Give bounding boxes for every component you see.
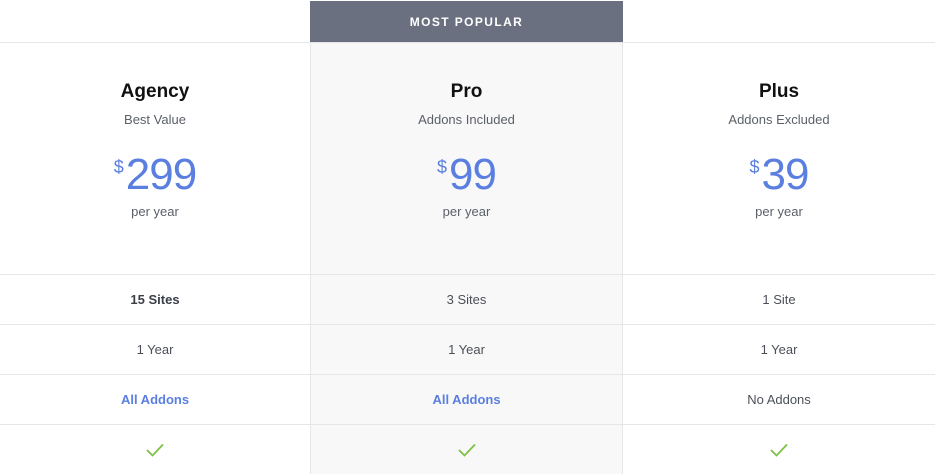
addons-link[interactable]: All Addons bbox=[311, 374, 622, 424]
currency-symbol: $ bbox=[749, 157, 760, 177]
plan-name: Plus bbox=[758, 81, 800, 102]
addons-cell: No Addons bbox=[623, 374, 935, 424]
addons-link[interactable]: All Addons bbox=[0, 374, 310, 424]
currency-symbol: $ bbox=[113, 157, 124, 177]
plan-name: Agency bbox=[120, 81, 190, 102]
plan-column-agency: Agency Best Value $ 299 per year 15 Site… bbox=[0, 43, 310, 474]
plan-price: $ 39 bbox=[623, 149, 935, 201]
sites-cell: 15 Sites bbox=[0, 274, 310, 324]
checkmark-icon bbox=[457, 443, 476, 457]
checkmark-icon bbox=[146, 443, 164, 457]
plan-name: Pro bbox=[450, 81, 483, 102]
plan-price: $ 299 bbox=[0, 149, 310, 201]
plan-column-pro: Pro Addons Included $ 99 per year 3 Site… bbox=[310, 43, 623, 474]
plan-header: Agency Best Value $ 299 per year bbox=[0, 43, 310, 274]
included-cell bbox=[623, 424, 935, 474]
price-period: per year bbox=[442, 204, 491, 219]
duration-cell: 1 Year bbox=[311, 324, 622, 374]
price-amount: 39 bbox=[761, 150, 810, 199]
sites-cell: 1 Site bbox=[623, 274, 935, 324]
most-popular-label: MOST POPULAR bbox=[409, 15, 524, 29]
plan-header: Plus Addons Excluded $ 39 per year bbox=[623, 43, 935, 274]
plan-column-plus: Plus Addons Excluded $ 39 per year 1 Sit… bbox=[623, 43, 935, 474]
duration-cell: 1 Year bbox=[623, 324, 935, 374]
checkmark-icon bbox=[770, 443, 788, 457]
plan-subtitle: Addons Excluded bbox=[728, 112, 830, 127]
pricing-table: Agency Best Value $ 299 per year 15 Site… bbox=[0, 42, 935, 474]
price-period: per year bbox=[131, 204, 179, 219]
duration-cell: 1 Year bbox=[0, 324, 310, 374]
price-period: per year bbox=[755, 204, 803, 219]
included-cell bbox=[311, 424, 622, 474]
plan-price: $ 99 bbox=[311, 149, 622, 201]
price-amount: 299 bbox=[125, 150, 197, 199]
price-amount: 99 bbox=[449, 150, 497, 199]
plan-subtitle: Addons Included bbox=[418, 112, 515, 127]
sites-cell: 3 Sites bbox=[311, 274, 622, 324]
plan-subtitle: Best Value bbox=[124, 112, 186, 127]
most-popular-badge: MOST POPULAR bbox=[310, 1, 623, 43]
plan-header: Pro Addons Included $ 99 per year bbox=[311, 43, 622, 274]
included-cell bbox=[0, 424, 310, 474]
currency-symbol: $ bbox=[437, 157, 448, 177]
